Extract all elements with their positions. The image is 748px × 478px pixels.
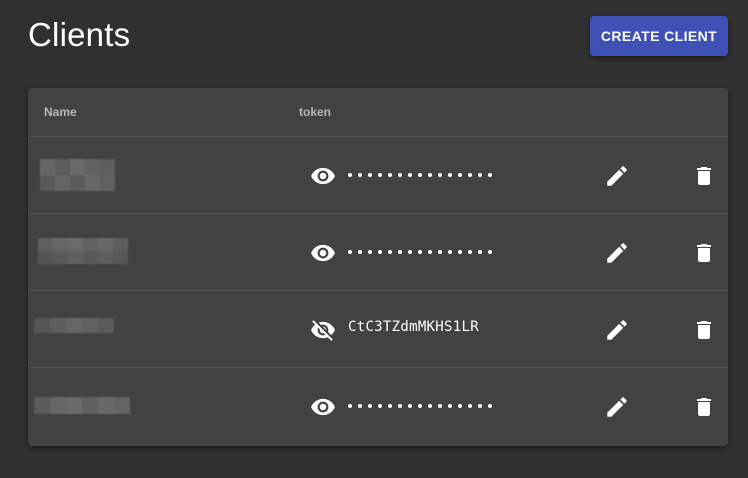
client-name-redacted — [34, 214, 144, 291]
client-name-redacted — [34, 291, 144, 368]
table-row — [28, 214, 728, 291]
token-masked — [348, 173, 492, 177]
toggle-token-visibility-button[interactable] — [310, 394, 336, 420]
page-title: Clients — [28, 16, 131, 53]
delete-client-button[interactable] — [692, 240, 716, 266]
eye-icon — [311, 398, 335, 416]
pencil-icon — [607, 320, 627, 340]
eye-icon — [311, 167, 335, 185]
trash-icon — [697, 167, 711, 185]
edit-client-button[interactable] — [604, 317, 630, 343]
token-masked — [348, 250, 492, 254]
trash-icon — [697, 398, 711, 416]
trash-icon — [697, 321, 711, 339]
delete-client-button[interactable] — [692, 394, 716, 420]
edit-client-button[interactable] — [604, 240, 630, 266]
table-header: Name token — [28, 88, 728, 137]
clients-table: Name token CtC3TZdmMKHS1LR — [28, 88, 728, 446]
create-client-button[interactable]: CREATE CLIENT — [590, 16, 728, 56]
delete-client-button[interactable] — [692, 163, 716, 189]
eye-off-icon — [311, 320, 335, 341]
table-row — [28, 137, 728, 214]
edit-client-button[interactable] — [604, 163, 630, 189]
toggle-token-visibility-button[interactable] — [310, 240, 336, 266]
client-name-redacted — [34, 137, 144, 214]
pencil-icon — [607, 397, 627, 417]
table-row — [28, 368, 728, 445]
token-masked — [348, 404, 492, 408]
eye-icon — [311, 244, 335, 262]
client-name-redacted — [34, 368, 144, 445]
trash-icon — [697, 244, 711, 262]
toggle-token-visibility-button[interactable] — [310, 317, 336, 343]
pencil-icon — [607, 243, 627, 263]
pencil-icon — [607, 166, 627, 186]
edit-client-button[interactable] — [604, 394, 630, 420]
delete-client-button[interactable] — [692, 317, 716, 343]
token-value: CtC3TZdmMKHS1LR — [348, 319, 479, 335]
toggle-token-visibility-button[interactable] — [310, 163, 336, 189]
table-row: CtC3TZdmMKHS1LR — [28, 291, 728, 368]
column-header-name: Name — [44, 105, 77, 119]
column-header-token: token — [299, 105, 332, 119]
